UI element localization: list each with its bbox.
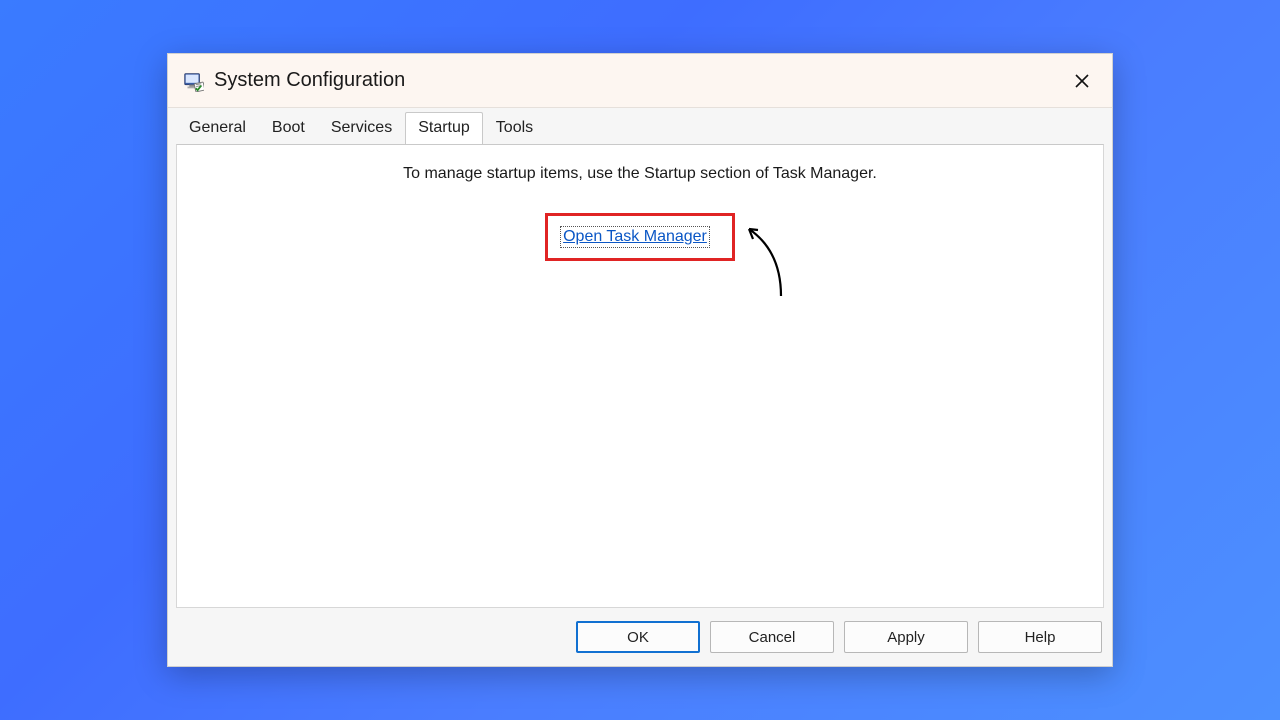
annotation-arrow-icon [743, 221, 793, 301]
help-button[interactable]: Help [978, 621, 1102, 653]
app-icon [182, 70, 204, 92]
tab-general[interactable]: General [176, 112, 259, 145]
tab-tools[interactable]: Tools [483, 112, 546, 145]
close-icon [1074, 73, 1090, 89]
tabs: General Boot Services Startup Tools [168, 108, 1112, 144]
link-focus-rect: Open Task Manager [560, 226, 710, 248]
tab-boot[interactable]: Boot [259, 112, 318, 145]
open-task-manager-link[interactable]: Open Task Manager [563, 228, 707, 245]
startup-info-text: To manage startup items, use the Startup… [177, 165, 1103, 183]
ok-button[interactable]: OK [576, 621, 700, 653]
tab-services[interactable]: Services [318, 112, 405, 145]
window-title: System Configuration [214, 69, 405, 92]
dialog-button-row: OK Cancel Apply Help [168, 616, 1112, 666]
annotation-highlight-box: Open Task Manager [545, 213, 735, 261]
cancel-button[interactable]: Cancel [710, 621, 834, 653]
tab-startup[interactable]: Startup [405, 112, 483, 145]
close-button[interactable] [1062, 63, 1102, 99]
titlebar: System Configuration [168, 54, 1112, 108]
tab-content-startup: To manage startup items, use the Startup… [176, 144, 1104, 608]
apply-button[interactable]: Apply [844, 621, 968, 653]
system-configuration-window: System Configuration General Boot Servic… [167, 53, 1113, 667]
